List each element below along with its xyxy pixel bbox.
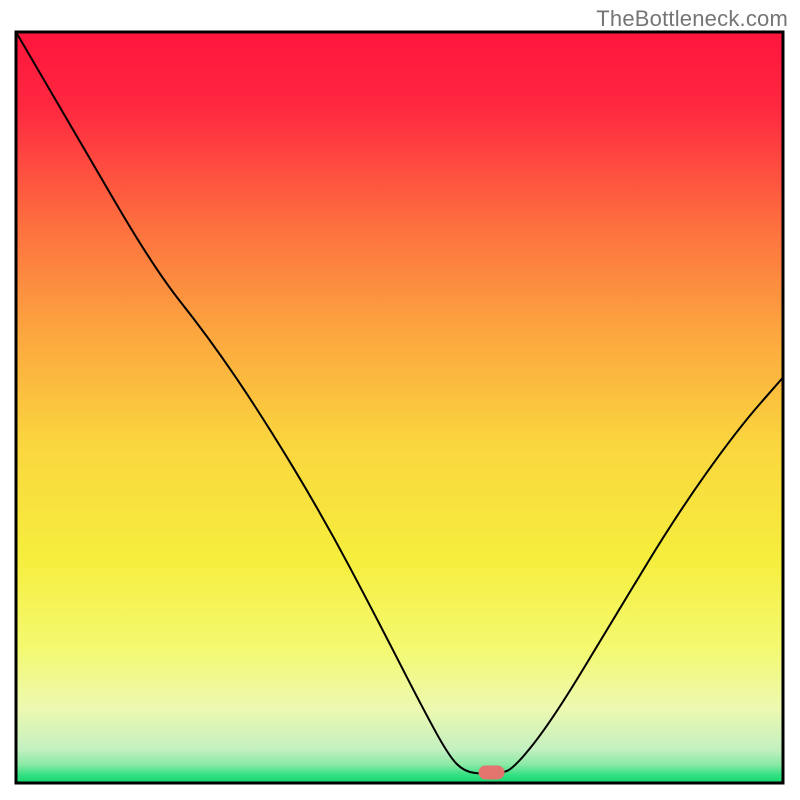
gradient-background xyxy=(16,32,783,783)
watermark-text: TheBottleneck.com xyxy=(596,6,788,32)
optimal-marker xyxy=(479,765,505,779)
chart-stage: TheBottleneck.com xyxy=(0,0,800,800)
bottleneck-chart xyxy=(0,0,800,800)
